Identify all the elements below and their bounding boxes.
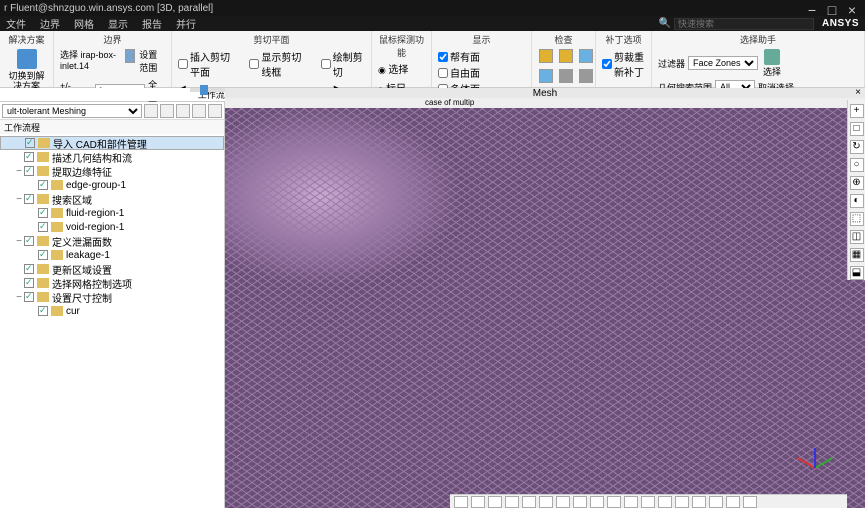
bottom-tool-14[interactable] <box>692 496 706 508</box>
bottom-tool-7[interactable] <box>573 496 587 508</box>
ribbon-group-selhelper: 选择助手 <box>658 33 858 46</box>
tree-node-12[interactable]: cur <box>0 304 224 318</box>
view-title: Mesh <box>533 88 557 99</box>
set-range-label: 设置范围 <box>139 48 165 74</box>
bottom-tool-10[interactable] <box>624 496 638 508</box>
bottom-tool-11[interactable] <box>641 496 655 508</box>
wf-icon-4[interactable] <box>192 104 206 118</box>
wf-icon-3[interactable] <box>176 104 190 118</box>
bottom-tool-2[interactable] <box>488 496 502 508</box>
tree-node-0[interactable]: 导入 CAD和部件管理 <box>0 136 224 150</box>
right-tool-2[interactable]: ↻ <box>850 140 864 154</box>
right-tool-7[interactable]: ◫ <box>850 230 864 244</box>
wf-icon-1[interactable] <box>144 104 158 118</box>
menu-display[interactable]: 显示 <box>108 16 128 31</box>
maximize-button[interactable]: □ <box>823 2 841 14</box>
bottom-tool-5[interactable] <box>539 496 553 508</box>
wf-icon-2[interactable] <box>160 104 174 118</box>
right-tool-5[interactable]: ◐ <box>850 194 864 208</box>
bottom-tool-3[interactable] <box>505 496 519 508</box>
brand-logo: ANSYS <box>822 18 859 29</box>
tree-node-2[interactable]: −提取边缘特征 <box>0 164 224 178</box>
disp-c1[interactable]: 帮有面 <box>438 49 480 64</box>
ribbon-group-boundary: 边界 <box>60 33 165 46</box>
tree-node-1[interactable]: 描述几何结构和流 <box>0 150 224 164</box>
disp-c3[interactable]: 自由面 <box>438 65 480 80</box>
check-icon-1[interactable] <box>539 49 553 63</box>
tree-node-6[interactable]: void-region-1 <box>0 220 224 234</box>
ribbon-group-solution: 解决方案 <box>6 33 47 46</box>
minimize-button[interactable]: − <box>803 2 821 14</box>
menu-mesh[interactable]: 网格 <box>74 16 94 31</box>
right-tool-6[interactable]: ⬚ <box>850 212 864 226</box>
check-icon-2[interactable] <box>559 49 573 63</box>
bottom-tool-9[interactable] <box>607 496 621 508</box>
tree-node-11[interactable]: −设置尺寸控制 <box>0 290 224 304</box>
right-tool-1[interactable]: □ <box>850 122 864 136</box>
close-button[interactable]: × <box>843 2 861 14</box>
search-icon: 🔍 <box>659 18 671 29</box>
ribbon-group-patch: 补丁选项 <box>602 33 645 46</box>
workflow-title: 工作流程 <box>0 120 224 134</box>
show-clip-wire-check[interactable]: 显示剪切线框 <box>249 49 310 79</box>
bottom-tool-0[interactable] <box>454 496 468 508</box>
bottom-tool-6[interactable] <box>556 496 570 508</box>
mesh-canvas[interactable] <box>225 108 865 508</box>
tree-node-7[interactable]: −定义泄漏面数 <box>0 234 224 248</box>
check-icon-6[interactable] <box>579 69 593 83</box>
right-tool-3[interactable]: ○ <box>850 158 864 172</box>
bottom-tool-17[interactable] <box>743 496 757 508</box>
check-icon-4[interactable] <box>539 69 553 83</box>
window-title: r Fluent@shnzguo.win.ansys.com [3D, para… <box>4 3 801 14</box>
ribbon-group-check: 检查 <box>538 33 589 46</box>
ribbon-group-probe: 鼠标探测功能 <box>378 33 425 59</box>
tree-node-8[interactable]: leakage-1 <box>0 248 224 262</box>
patch-check[interactable]: 剪裁重新补丁 <box>602 49 645 79</box>
tree-node-10[interactable]: 选择网格控制选项 <box>0 276 224 290</box>
bottom-tool-16[interactable] <box>726 496 740 508</box>
check-icon-5[interactable] <box>559 69 573 83</box>
menu-report[interactable]: 报告 <box>142 16 162 31</box>
view-title-bar: Mesh × <box>225 88 865 98</box>
ribbon-group-display: 显示 <box>438 33 525 46</box>
right-tool-8[interactable]: ▦ <box>850 248 864 262</box>
right-tool-0[interactable]: + <box>850 104 864 118</box>
workflow-select[interactable]: ult-tolerant Meshing <box>2 104 142 118</box>
bottom-tool-1[interactable] <box>471 496 485 508</box>
wf-icon-5[interactable] <box>208 104 222 118</box>
check-icon-3[interactable] <box>579 49 593 63</box>
select-button[interactable]: 选择 <box>761 48 783 78</box>
bottom-tool-4[interactable] <box>522 496 536 508</box>
set-range-icon[interactable] <box>125 49 136 63</box>
bottom-tool-15[interactable] <box>709 496 723 508</box>
axis-triad[interactable] <box>795 438 835 478</box>
tree-node-9[interactable]: 更新区域设置 <box>0 262 224 276</box>
bottom-tool-12[interactable] <box>658 496 672 508</box>
draw-clip-check[interactable]: 绘制剪切 <box>321 49 365 79</box>
right-tool-9[interactable]: ⬓ <box>850 266 864 280</box>
insert-clip-check[interactable]: 插入剪切平面 <box>178 49 239 79</box>
menu-parallel[interactable]: 并行 <box>176 16 196 31</box>
view-close-button[interactable]: × <box>855 88 861 98</box>
bottom-tool-13[interactable] <box>675 496 689 508</box>
view-subtitle: case of multip <box>225 98 865 108</box>
probe-select-radio[interactable]: ◉ 选择 <box>378 61 408 76</box>
right-tool-4[interactable]: ⊕ <box>850 176 864 190</box>
ribbon-group-clip: 剪切平面 <box>178 33 365 46</box>
tree-node-4[interactable]: −搜索区域 <box>0 192 224 206</box>
menu-boundary[interactable]: 边界 <box>40 16 60 31</box>
filter-select[interactable]: Face Zones <box>688 56 758 70</box>
menu-file[interactable]: 文件 <box>6 16 26 31</box>
select-label: 选择 irap-box-inlet.14 <box>60 48 121 74</box>
tree-node-3[interactable]: edge-group-1 <box>0 178 224 192</box>
tree-node-5[interactable]: fluid-region-1 <box>0 206 224 220</box>
switch-solution-button[interactable]: 切换到解决方案 <box>6 48 47 92</box>
bottom-tool-8[interactable] <box>590 496 604 508</box>
quick-search-input[interactable] <box>674 18 814 30</box>
filter-label: 过滤器 <box>658 57 685 70</box>
